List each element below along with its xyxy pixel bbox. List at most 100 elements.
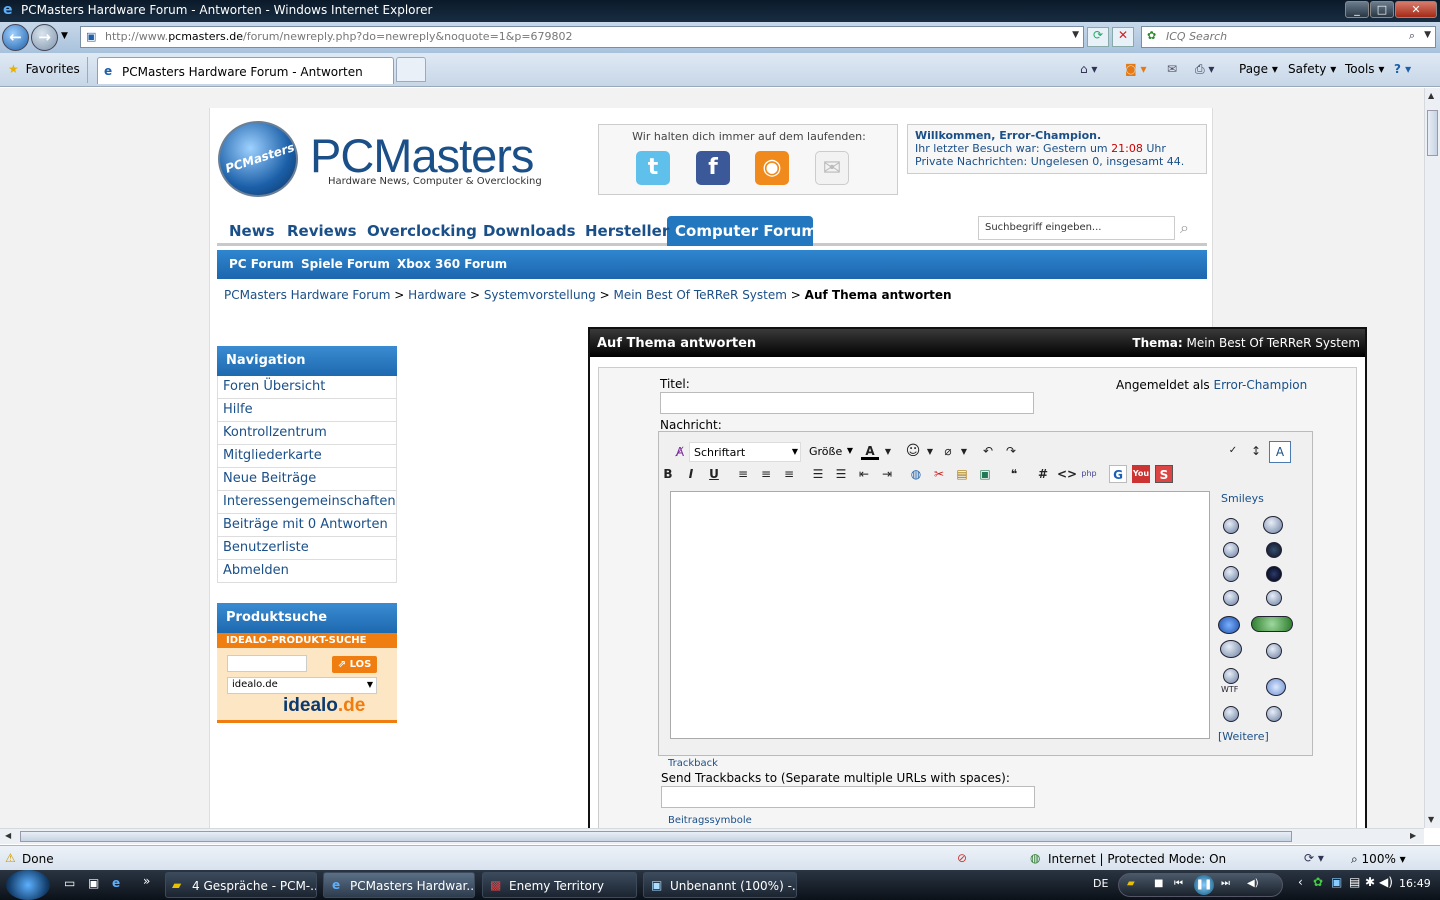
switch-editor-mode-icon[interactable]: A: [1269, 441, 1291, 463]
insert-image-icon[interactable]: ▣: [976, 465, 994, 483]
sidebar-item-benutzerliste[interactable]: Benutzerliste: [217, 537, 397, 560]
text-color-icon[interactable]: A: [861, 442, 879, 460]
volume-icon[interactable]: ◀): [1379, 875, 1393, 889]
nav-overclocking[interactable]: Overclocking: [367, 222, 477, 240]
code-hash-icon[interactable]: #: [1034, 465, 1052, 483]
scroll-left-icon[interactable]: ◀: [5, 831, 11, 840]
resize-editor-icon[interactable]: ↕: [1247, 442, 1265, 460]
smiley-icon[interactable]: [1223, 518, 1239, 534]
back-button[interactable]: ←: [2, 24, 29, 51]
title-input[interactable]: [660, 392, 1034, 414]
smiley-thumbs-up-icon[interactable]: [1251, 616, 1293, 632]
scroll-right-icon[interactable]: ▶: [1410, 831, 1416, 840]
smiley-icon[interactable]: [1218, 616, 1240, 634]
sidebar-item-beitraege-0-antworten[interactable]: Beiträge mit 0 Antworten: [217, 514, 397, 537]
safety-menu[interactable]: Safety ▾: [1288, 62, 1336, 76]
ie-quicklaunch-icon[interactable]: e: [112, 876, 120, 890]
popup-blocker-icon[interactable]: ⊘: [957, 851, 967, 865]
smiley-icon[interactable]: [1266, 643, 1282, 659]
tray-expand-icon[interactable]: ‹: [1298, 875, 1303, 889]
network-tray-icon[interactable]: ▣: [1331, 875, 1342, 889]
sidebar-item-foren-uebersicht[interactable]: Foren Übersicht: [217, 376, 397, 399]
twitter-icon[interactable]: t: [636, 151, 670, 185]
media-folder-icon[interactable]: ▰: [1127, 878, 1135, 889]
show-desktop-icon[interactable]: ▭: [64, 876, 75, 890]
vertical-scrollbar[interactable]: ▲ ▼: [1424, 88, 1440, 828]
chevron-down-icon[interactable]: ▼: [879, 443, 897, 461]
remove-format-icon[interactable]: A̸: [671, 443, 689, 461]
nav-downloads[interactable]: Downloads: [483, 222, 576, 240]
breadcrumb-item[interactable]: Systemvorstellung: [484, 288, 596, 302]
bold-icon[interactable]: B: [659, 465, 677, 483]
language-indicator[interactable]: DE: [1093, 877, 1108, 890]
smiley-icon[interactable]: [1266, 542, 1282, 558]
logo-globe[interactable]: PCMasters: [218, 121, 298, 197]
smiley-icon[interactable]: [1223, 706, 1239, 722]
rss-icon[interactable]: ◉: [755, 151, 789, 185]
redo-icon[interactable]: ↷: [1002, 442, 1020, 460]
idealo-los-button[interactable]: ⇗ LOS: [332, 656, 377, 673]
tab-active[interactable]: e PCMasters Hardware Forum - Antworten: [97, 57, 394, 84]
search-dropdown-icon[interactable]: ▼: [1424, 30, 1431, 40]
minimize-button[interactable]: _: [1345, 1, 1369, 18]
history-dropdown-icon[interactable]: ▼: [61, 31, 68, 41]
mail-icon[interactable]: ✉: [1167, 62, 1177, 76]
icq-tray-icon[interactable]: ✿: [1313, 875, 1323, 889]
search-icon[interactable]: ⌕: [1409, 29, 1415, 43]
breadcrumb-item[interactable]: Hardware: [408, 288, 466, 302]
bluetooth-icon[interactable]: ✱: [1365, 875, 1375, 889]
refresh-icon[interactable]: ⟳: [1087, 27, 1109, 47]
network-icon[interactable]: ▤: [1349, 875, 1360, 889]
new-tab-button[interactable]: [396, 57, 426, 82]
underline-icon[interactable]: U: [705, 465, 723, 483]
outdent-icon[interactable]: ⇤: [855, 465, 873, 483]
php-code-icon[interactable]: php: [1080, 465, 1098, 483]
align-center-icon[interactable]: ≡: [757, 465, 775, 483]
scroll-thumb[interactable]: [20, 831, 1292, 842]
nav-computer-forum[interactable]: Computer Forum: [675, 222, 817, 240]
taskbar-item-image-editor[interactable]: ▣ Unbenannt (100%) -...: [643, 872, 797, 898]
address-dropdown-icon[interactable]: ▼: [1072, 30, 1079, 40]
media-volume-icon[interactable]: ◀): [1247, 878, 1259, 889]
quote-icon[interactable]: ❝: [1005, 465, 1023, 483]
google-icon[interactable]: G: [1109, 465, 1127, 483]
help-icon[interactable]: ? ▾: [1394, 62, 1411, 76]
subnav-pc-forum[interactable]: PC Forum: [229, 257, 294, 271]
align-left-icon[interactable]: ≡: [734, 465, 752, 483]
subnav-xbox-forum[interactable]: Xbox 360 Forum: [397, 257, 507, 271]
scroll-up-icon[interactable]: ▲: [1428, 91, 1434, 100]
breadcrumb-item[interactable]: PCMasters Hardware Forum: [224, 288, 390, 302]
nav-hersteller[interactable]: Hersteller: [585, 222, 669, 240]
youtube-icon[interactable]: You: [1132, 465, 1150, 483]
favorites-button[interactable]: ★ Favorites: [8, 62, 80, 76]
subnav-spiele-forum[interactable]: Spiele Forum: [301, 257, 390, 271]
breadcrumb-item[interactable]: Mein Best Of TeRReR System: [613, 288, 786, 302]
scroll-thumb[interactable]: [1427, 110, 1438, 156]
taskbar-item-game[interactable]: ▩ Enemy Territory: [482, 872, 637, 898]
security-zone[interactable]: Internet | Protected Mode: On: [1048, 852, 1226, 866]
message-textarea[interactable]: [670, 491, 1210, 739]
idealo-logo[interactable]: idealo.de: [283, 695, 365, 717]
smiley-wtf-icon[interactable]: [1223, 668, 1239, 684]
facebook-icon[interactable]: f: [696, 151, 730, 185]
remove-link-icon[interactable]: ✂: [930, 465, 948, 483]
zoom-level[interactable]: ⌕ 100% ▾: [1351, 852, 1406, 867]
maximize-button[interactable]: □: [1370, 1, 1394, 18]
sidebar-item-abmelden[interactable]: Abmelden: [217, 560, 397, 583]
feeds-icon[interactable]: ◙ ▾: [1125, 62, 1146, 76]
logo-title[interactable]: PCMasters: [310, 128, 534, 183]
smiley-icon[interactable]: [1223, 542, 1239, 558]
taskbar-item-browser[interactable]: e PCMasters Hardwar...: [323, 872, 475, 898]
trackback-input[interactable]: [661, 786, 1035, 808]
page-menu[interactable]: Page ▾: [1239, 62, 1278, 76]
align-right-icon[interactable]: ≡: [780, 465, 798, 483]
forward-button[interactable]: →: [31, 24, 58, 51]
smiley-icon[interactable]: [1266, 678, 1286, 696]
newsletter-mail-icon[interactable]: ✉: [815, 151, 849, 185]
idealo-search-input[interactable]: [227, 655, 307, 672]
smiley-icon[interactable]: [1220, 640, 1242, 658]
print-icon[interactable]: ⎙ ▾: [1195, 62, 1214, 77]
italic-icon[interactable]: I: [682, 465, 700, 483]
undo-icon[interactable]: ↶: [979, 442, 997, 460]
tools-menu[interactable]: Tools ▾: [1345, 62, 1384, 76]
